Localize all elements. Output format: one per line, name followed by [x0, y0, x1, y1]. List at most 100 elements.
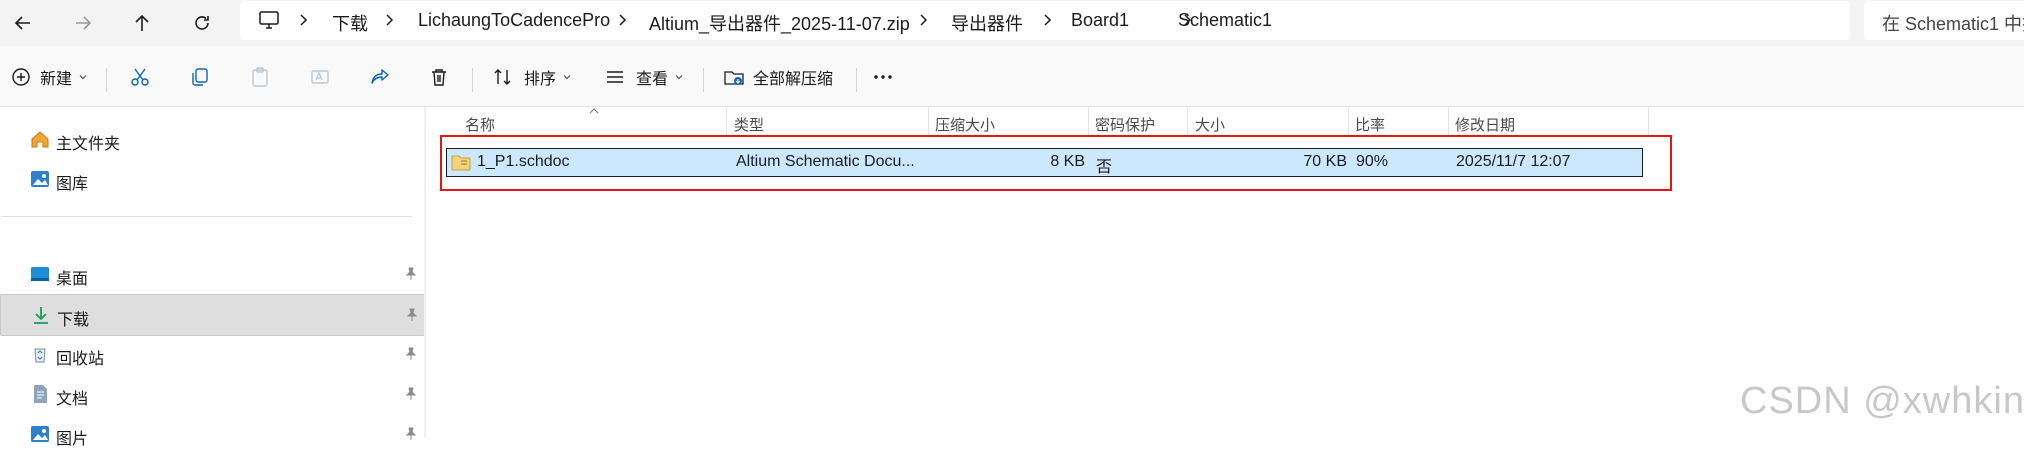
column-divider[interactable] — [1448, 107, 1449, 137]
more-dots-icon — [874, 75, 892, 79]
forward-arrow-icon — [76, 16, 92, 30]
copy-button[interactable] — [189, 62, 211, 92]
chevron-right-icon — [1044, 14, 1052, 26]
sidebar-item-pictures[interactable]: 图片 — [0, 414, 423, 454]
plus-circle-icon — [12, 68, 30, 86]
column-divider[interactable] — [1648, 107, 1649, 137]
sort-icon — [494, 69, 511, 85]
toolbar-divider — [703, 68, 704, 92]
sidebar-item-desktop[interactable]: 桌面 — [0, 254, 423, 294]
forward-button[interactable] — [64, 4, 102, 42]
column-divider[interactable] — [928, 107, 929, 137]
column-header-row: 名称 类型 压缩大小 密码保护 大小 比率 修改日期 — [426, 107, 1656, 137]
chevron-down-icon — [563, 75, 571, 80]
navigation-bar: 下载 LichaungToCadencePro Altium_导出器件_2025… — [0, 0, 2024, 46]
share-button[interactable] — [369, 62, 391, 92]
share-icon — [371, 69, 389, 84]
search-input[interactable]: 在 Schematic1 中搜 — [1864, 1, 2024, 40]
refresh-icon — [195, 16, 209, 30]
breadcrumb-export[interactable]: 导出器件 — [951, 10, 1023, 36]
refresh-button[interactable] — [183, 4, 221, 42]
desktop-icon — [31, 267, 49, 281]
breadcrumb-folder[interactable]: LichaungToCadencePro — [418, 10, 610, 31]
chevron-right-icon — [920, 14, 928, 26]
view-label: 查看 — [636, 71, 669, 88]
pictures-icon — [31, 426, 49, 442]
column-header-date[interactable]: 修改日期 — [1455, 114, 1515, 135]
new-label: 新建 — [40, 71, 73, 88]
command-bar: 新建 排序 查看 全部解压缩 — [0, 46, 2024, 107]
breadcrumb-board[interactable]: Board1 — [1071, 10, 1129, 31]
up-arrow-icon — [135, 14, 149, 31]
sort-label: 排序 — [524, 71, 557, 88]
recycle-bin-icon — [34, 348, 46, 363]
sidebar-item-gallery[interactable]: 图库 — [0, 159, 423, 199]
sidebar-item-downloads[interactable]: 下载 — [0, 294, 425, 336]
column-header-type[interactable]: 类型 — [734, 114, 764, 135]
back-button[interactable] — [4, 4, 42, 42]
chevron-right-icon — [619, 14, 627, 26]
address-bar[interactable]: 下载 LichaungToCadencePro Altium_导出器件_2025… — [240, 1, 1850, 40]
column-divider[interactable] — [726, 107, 727, 137]
sidebar-divider — [2, 216, 412, 217]
sidebar-item-home[interactable]: 主文件夹 — [0, 119, 423, 159]
search-placeholder: 在 Schematic1 中搜 — [1882, 14, 2024, 34]
clipboard-icon — [252, 67, 268, 87]
sidebar-item-label: 回收站 — [56, 351, 105, 368]
sidebar-item-label: 下载 — [57, 312, 90, 329]
back-arrow-icon — [14, 16, 30, 30]
column-header-compressed-size[interactable]: 压缩大小 — [935, 114, 995, 135]
column-header-name[interactable]: 名称 — [465, 114, 495, 135]
up-button[interactable] — [123, 4, 161, 42]
pin-icon[interactable] — [404, 347, 418, 361]
this-pc-icon — [259, 11, 279, 29]
gallery-icon — [31, 171, 49, 187]
scissors-icon — [131, 68, 149, 86]
extract-all-label: 全部解压缩 — [753, 71, 834, 88]
download-icon — [34, 307, 48, 324]
toolbar-divider — [472, 68, 473, 92]
breadcrumb-zip[interactable]: Altium_导出器件_2025-11-07.zip — [649, 10, 910, 36]
navigation-pane: 主文件夹 图库 桌面 下载 回收站 文档 图片 — [0, 107, 426, 448]
pin-icon[interactable] — [405, 308, 419, 322]
breadcrumb-schematic[interactable]: Schematic1 — [1178, 10, 1272, 31]
pin-icon[interactable] — [404, 267, 418, 281]
list-view-icon — [607, 71, 623, 83]
rename-button[interactable] — [309, 62, 331, 92]
sidebar-item-label: 图片 — [56, 431, 89, 448]
extract-all-button[interactable]: 全部解压缩 — [723, 62, 833, 92]
toolbar-divider — [106, 68, 107, 92]
sidebar-item-label: 文档 — [56, 391, 89, 408]
delete-button[interactable] — [428, 62, 450, 92]
chevron-right-icon — [386, 14, 394, 26]
toolbar-divider — [856, 68, 857, 92]
paste-button[interactable] — [249, 62, 271, 92]
trash-icon — [432, 69, 446, 86]
chevron-down-icon — [675, 75, 683, 80]
column-divider[interactable] — [1187, 107, 1188, 137]
chevron-right-icon — [300, 14, 308, 26]
column-header-size[interactable]: 大小 — [1195, 114, 1225, 135]
pin-icon[interactable] — [404, 427, 418, 441]
column-divider[interactable] — [1088, 107, 1089, 137]
rename-icon — [311, 70, 329, 84]
documents-icon — [34, 385, 47, 403]
sidebar-item-label: 桌面 — [56, 271, 89, 288]
sort-button[interactable]: 排序 — [492, 62, 572, 92]
sidebar-item-label: 图库 — [56, 176, 89, 193]
sidebar-item-recycle-bin[interactable]: 回收站 — [0, 334, 423, 374]
pin-icon[interactable] — [404, 387, 418, 401]
column-header-password[interactable]: 密码保护 — [1095, 114, 1155, 135]
breadcrumb-downloads[interactable]: 下载 — [332, 10, 368, 36]
view-button[interactable]: 查看 — [604, 62, 684, 92]
cut-button[interactable] — [129, 62, 151, 92]
new-button[interactable]: 新建 — [10, 62, 88, 92]
sidebar-item-documents[interactable]: 文档 — [0, 374, 423, 414]
column-header-ratio[interactable]: 比率 — [1355, 114, 1385, 135]
chevron-down-icon — [79, 75, 87, 80]
column-divider[interactable] — [1348, 107, 1349, 137]
copy-icon — [192, 68, 208, 86]
highlight-annotation-box — [440, 135, 1672, 191]
watermark: CSDN @xwhking — [1740, 380, 2024, 422]
more-options-button[interactable] — [872, 62, 894, 92]
